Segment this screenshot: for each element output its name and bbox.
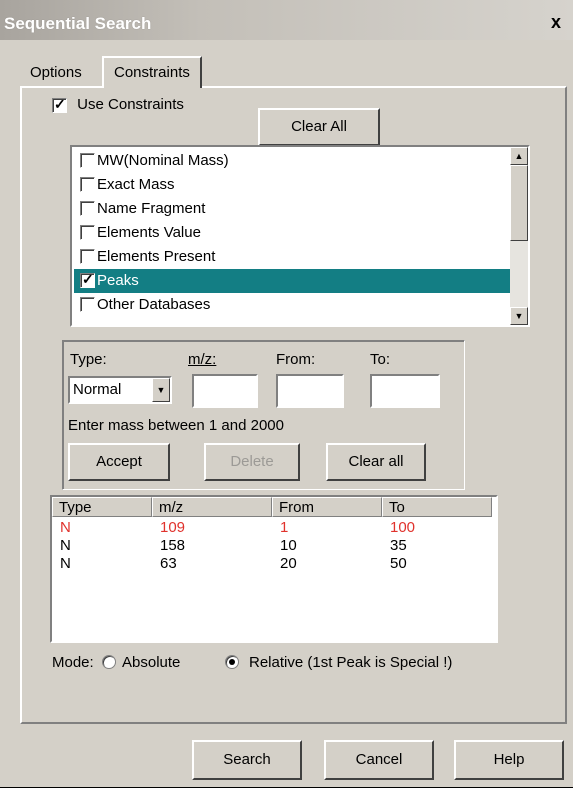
- column-header-to[interactable]: To: [382, 497, 492, 517]
- mass-range-hint: Enter mass between 1 and 2000: [68, 417, 284, 434]
- delete-button[interactable]: Delete: [204, 443, 300, 481]
- cell-to: 100: [390, 519, 416, 536]
- scroll-up-icon[interactable]: ▲: [510, 147, 528, 165]
- use-constraints-label: Use Constraints: [77, 96, 184, 113]
- checkbox-icon[interactable]: ✓: [80, 271, 95, 288]
- table-row[interactable]: N 109 1 100: [52, 519, 496, 537]
- list-item[interactable]: MW(Nominal Mass): [74, 149, 510, 173]
- cell-type: N: [60, 519, 71, 536]
- column-header-from[interactable]: From: [272, 497, 382, 517]
- column-header-type[interactable]: Type: [52, 497, 152, 517]
- tab-constraints[interactable]: Constraints: [102, 56, 202, 88]
- use-constraints-checkbox[interactable]: ✓ Use Constraints: [52, 96, 184, 113]
- list-item[interactable]: Elements Present: [74, 245, 510, 269]
- accept-button[interactable]: Accept: [68, 443, 170, 481]
- mz-input[interactable]: [192, 374, 258, 408]
- list-item[interactable]: ✓ Peaks: [74, 269, 510, 293]
- from-label: From:: [276, 351, 316, 368]
- checkbox-icon[interactable]: [80, 296, 95, 312]
- chevron-down-icon[interactable]: ▼: [152, 378, 170, 402]
- cancel-button[interactable]: Cancel: [324, 740, 434, 780]
- radio-relative[interactable]: [225, 655, 239, 669]
- cell-type: N: [60, 555, 71, 572]
- list-item-label: Name Fragment: [97, 200, 206, 217]
- cell-mz: 109: [160, 519, 186, 536]
- cell-mz: 158: [160, 537, 186, 554]
- clear-all-constraints-button[interactable]: Clear All: [258, 108, 380, 146]
- from-input[interactable]: [276, 374, 344, 408]
- constraint-list[interactable]: MW(Nominal Mass) Exact Mass Name Fragment E…: [70, 145, 530, 327]
- checkbox-icon[interactable]: ✓: [52, 96, 67, 113]
- list-item-label: Other Databases: [97, 296, 211, 313]
- tab-options[interactable]: Options: [20, 60, 90, 86]
- list-item-label: Exact Mass: [97, 176, 175, 193]
- to-input[interactable]: [370, 374, 440, 408]
- cell-to: 35: [390, 537, 407, 554]
- cell-from: 10: [280, 537, 297, 554]
- table-header: Type m/z From To: [52, 497, 496, 517]
- table-row[interactable]: N 158 10 35: [52, 537, 496, 555]
- constraint-list-items: MW(Nominal Mass) Exact Mass Name Fragment E…: [74, 149, 510, 317]
- relative-label: Relative (1st Peak is Special !): [249, 654, 453, 671]
- scroll-down-icon[interactable]: ▼: [510, 307, 528, 325]
- title-bar: Sequential Search x: [0, 0, 573, 40]
- list-item[interactable]: Name Fragment: [74, 197, 510, 221]
- list-item-label: Elements Present: [97, 248, 216, 265]
- checkbox-icon[interactable]: [80, 176, 95, 192]
- checkbox-icon[interactable]: [80, 224, 95, 240]
- checkbox-icon[interactable]: [80, 152, 95, 168]
- column-header-mz[interactable]: m/z: [152, 497, 272, 517]
- checkbox-icon[interactable]: [80, 248, 95, 264]
- peaks-table[interactable]: Type m/z From To N 109 1 100 N 158 10 35 N 63 20 50: [50, 495, 498, 643]
- scroll-thumb[interactable]: [510, 165, 528, 241]
- cell-from: 20: [280, 555, 297, 572]
- help-button[interactable]: Help: [454, 740, 564, 780]
- clear-all-peaks-button[interactable]: Clear all: [326, 443, 426, 481]
- type-select[interactable]: Normal ▼: [68, 376, 172, 404]
- mode-label: Mode:: [52, 654, 94, 671]
- to-label: To:: [370, 351, 391, 368]
- search-button[interactable]: Search: [192, 740, 302, 780]
- table-row[interactable]: N 63 20 50: [52, 555, 496, 573]
- cell-to: 50: [390, 555, 407, 572]
- list-item[interactable]: Elements Value: [74, 221, 510, 245]
- list-item-label: Elements Value: [97, 224, 201, 241]
- type-label: Type:: [70, 351, 107, 368]
- list-scrollbar[interactable]: ▲ ▼: [510, 147, 528, 325]
- list-item[interactable]: Exact Mass: [74, 173, 510, 197]
- type-select-value: Normal: [73, 381, 122, 398]
- list-item-label: Peaks: [97, 272, 139, 289]
- list-item-label: MW(Nominal Mass): [97, 152, 229, 169]
- absolute-label: Absolute: [122, 654, 181, 671]
- cell-type: N: [60, 537, 71, 554]
- cell-mz: 63: [160, 555, 177, 572]
- checkbox-icon[interactable]: [80, 200, 95, 216]
- close-icon[interactable]: x: [551, 12, 561, 33]
- sequential-search-dialog: Sequential Search x Options Constraints …: [0, 0, 573, 788]
- radio-absolute[interactable]: [102, 655, 116, 669]
- mz-label: m/z:: [188, 351, 217, 368]
- list-item[interactable]: Other Databases: [74, 293, 510, 317]
- window-title: Sequential Search: [4, 14, 152, 33]
- cell-from: 1: [280, 519, 289, 536]
